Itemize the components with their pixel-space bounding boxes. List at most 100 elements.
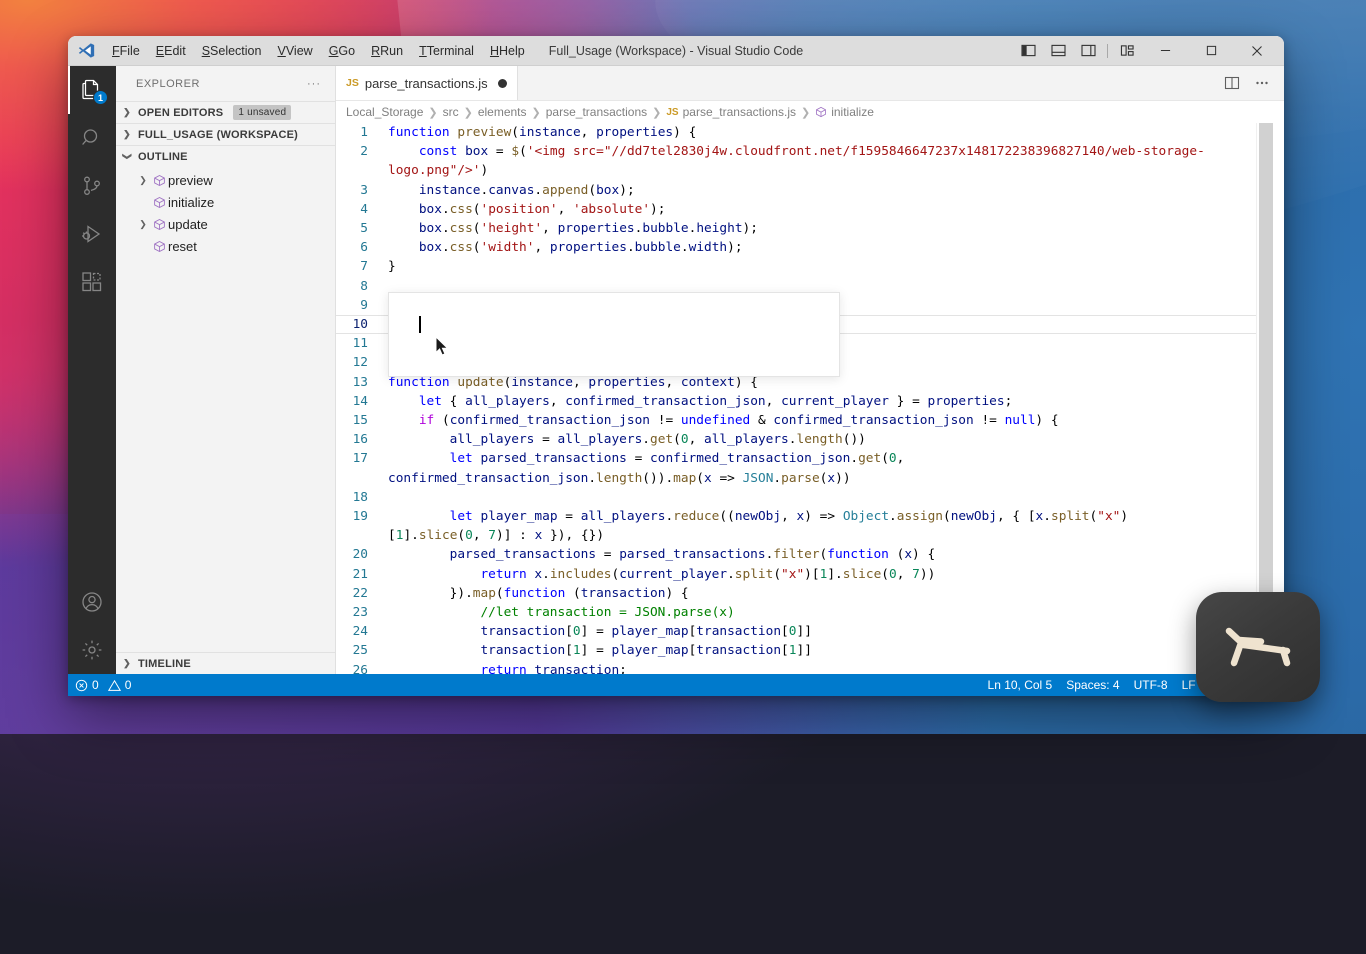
code-line[interactable]: 7} — [336, 257, 1256, 276]
line-text[interactable]: box.css('height', properties.bubble.heig… — [388, 219, 1256, 238]
line-text[interactable]: if (confirmed_transaction_json != undefi… — [388, 411, 1256, 430]
code-line[interactable]: 24 transaction[0] = player_map[transacti… — [336, 622, 1256, 641]
code-line[interactable]: 25 transaction[1] = player_map[transacti… — [336, 641, 1256, 660]
toggle-secondary-sidebar-icon[interactable] — [1073, 36, 1103, 66]
line-text[interactable]: function initialize(instance, context) { — [388, 296, 1256, 315]
code-line[interactable]: 26 return transaction; — [336, 661, 1256, 674]
line-text[interactable]: box.css('width', properties.bubble.width… — [388, 238, 1256, 257]
code-line[interactable]: 22 }).map(function (transaction) { — [336, 584, 1256, 603]
code-line[interactable]: 16 all_players = all_players.get(0, all_… — [336, 430, 1256, 449]
more-actions-icon[interactable] — [1248, 69, 1276, 97]
sidebar-section-timeline[interactable]: ❯ TIMELINE — [116, 652, 335, 674]
line-text[interactable]: return transaction; — [388, 661, 1256, 674]
code-line[interactable]: 23 //let transaction = JSON.parse(x) — [336, 603, 1256, 622]
line-text[interactable]: all_players = all_players.get(0, all_pla… — [388, 430, 1256, 449]
deck-chair-app-icon[interactable] — [1196, 592, 1320, 702]
menu-item-run[interactable]: RRun — [363, 36, 411, 65]
line-text[interactable]: let parsed_transactions = confirmed_tran… — [388, 449, 1256, 487]
activitybar-item-run-debug[interactable] — [68, 210, 116, 258]
activitybar-item-manage[interactable] — [68, 626, 116, 674]
code-line[interactable]: 9function initialize(instance, context) … — [336, 296, 1256, 315]
breadcrumb-item-symbol-initialize[interactable]: initialize — [815, 105, 874, 119]
line-text[interactable]: function update(instance, properties, co… — [388, 373, 1256, 392]
code-line[interactable]: 17 let parsed_transactions = confirmed_t… — [336, 449, 1256, 487]
outline-item-update[interactable]: ❯ update — [116, 213, 335, 235]
line-text[interactable]: } — [388, 257, 1256, 276]
breadcrumb-item-elements[interactable]: elements — [478, 105, 527, 119]
code-line[interactable]: 12 — [336, 353, 1256, 372]
line-text[interactable]: instance.canvas.append(box); — [388, 181, 1256, 200]
menu-item-file[interactable]: FFile — [104, 36, 148, 65]
status-editor-indentation[interactable]: Spaces: 4 — [1059, 674, 1126, 696]
code-line[interactable]: 15 if (confirmed_transaction_json != und… — [336, 411, 1256, 430]
code-line[interactable]: 11} — [336, 334, 1256, 353]
line-text[interactable]: } — [388, 334, 1256, 353]
line-text[interactable]: function preview(instance, properties) { — [388, 123, 1256, 142]
window-maximize-button[interactable] — [1188, 36, 1234, 66]
line-text[interactable]: let { all_players, confirmed_transaction… — [388, 392, 1256, 411]
activitybar-item-search[interactable] — [68, 114, 116, 162]
line-text[interactable]: parsed_transactions = parsed_transaction… — [388, 545, 1256, 564]
breadcrumb-item-local-storage[interactable]: Local_Storage — [346, 105, 423, 119]
code-line[interactable]: 13function update(instance, properties, … — [336, 373, 1256, 392]
line-text[interactable]: transaction[0] = player_map[transaction[… — [388, 622, 1256, 641]
activitybar-item-source-control[interactable] — [68, 162, 116, 210]
code-content[interactable]: 1function preview(instance, properties) … — [336, 123, 1256, 674]
sidebar-section-open-editors[interactable]: ❯ OPEN EDITORS 1 unsaved — [116, 101, 335, 123]
menu-item-go[interactable]: GGo — [321, 36, 363, 65]
menu-item-selection[interactable]: SSelection — [194, 36, 270, 65]
activitybar-item-explorer[interactable]: 1 — [68, 66, 116, 114]
code-line[interactable]: 14 let { all_players, confirmed_transact… — [336, 392, 1256, 411]
menu-item-view[interactable]: VView — [269, 36, 320, 65]
window-minimize-button[interactable] — [1142, 36, 1188, 66]
breadcrumb-item-src[interactable]: src — [443, 105, 459, 119]
line-text[interactable]: const box = $('<img src="//dd7tel2830j4w… — [388, 142, 1256, 180]
code-line[interactable]: 8 — [336, 277, 1256, 296]
unsaved-indicator-icon[interactable] — [498, 79, 507, 88]
menu-item-terminal[interactable]: TTerminal — [411, 36, 482, 65]
line-text[interactable] — [388, 353, 1256, 372]
code-line[interactable]: 3 instance.canvas.append(box); — [336, 181, 1256, 200]
status-editor-position[interactable]: Ln 10, Col 5 — [981, 674, 1060, 696]
code-editor[interactable]: 1function preview(instance, properties) … — [336, 123, 1284, 674]
toggle-panel-icon[interactable] — [1043, 36, 1073, 66]
line-text[interactable]: transaction[1] = player_map[transaction[… — [388, 641, 1256, 660]
chevron-right-icon[interactable]: ❯ — [136, 219, 150, 230]
breadcrumb-item-file[interactable]: JS parse_transactions.js — [666, 105, 796, 119]
line-text[interactable]: }).map(function (transaction) { — [388, 584, 1256, 603]
line-text[interactable] — [388, 277, 1256, 296]
editor-tab-parse-transactions[interactable]: JS parse_transactions.js — [336, 66, 518, 100]
sidebar-section-outline[interactable]: ❯ OUTLINE — [116, 145, 335, 167]
code-line[interactable]: 2 const box = $('<img src="//dd7tel2830j… — [336, 142, 1256, 180]
status-problems[interactable]: 0 0 — [68, 674, 138, 696]
activitybar-item-extensions[interactable] — [68, 258, 116, 306]
outline-item-initialize[interactable]: ❯ initialize — [116, 191, 335, 213]
customize-layout-icon[interactable] — [1112, 36, 1142, 66]
outline-item-reset[interactable]: ❯ reset — [116, 235, 335, 257]
activitybar-item-accounts[interactable] — [68, 578, 116, 626]
code-line[interactable]: 21 return x.includes(current_player.spli… — [336, 565, 1256, 584]
window-close-button[interactable] — [1234, 36, 1280, 66]
code-line[interactable]: 6 box.css('width', properties.bubble.wid… — [336, 238, 1256, 257]
code-line[interactable]: 18 — [336, 488, 1256, 507]
outline-item-preview[interactable]: ❯ preview — [116, 169, 335, 191]
line-text[interactable]: //let transaction = JSON.parse(x) — [388, 603, 1256, 622]
menu-item-help[interactable]: HHelp — [482, 36, 533, 65]
chevron-right-icon[interactable]: ❯ — [136, 175, 150, 186]
code-line[interactable]: 1function preview(instance, properties) … — [336, 123, 1256, 142]
menu-item-edit[interactable]: EEdit — [148, 36, 194, 65]
line-text[interactable]: let player_map = all_players.reduce((new… — [388, 507, 1256, 545]
line-text[interactable]: box.css('position', 'absolute'); — [388, 200, 1256, 219]
toggle-primary-sidebar-icon[interactable] — [1013, 36, 1043, 66]
code-line[interactable]: 19 let player_map = all_players.reduce((… — [336, 507, 1256, 545]
sidebar-more-actions-icon[interactable]: ··· — [301, 78, 327, 90]
breadcrumb-item-parse-transactions-folder[interactable]: parse_transactions — [546, 105, 647, 119]
line-text[interactable] — [388, 488, 1256, 507]
code-line[interactable]: 5 box.css('height', properties.bubble.he… — [336, 219, 1256, 238]
code-line[interactable]: 20 parsed_transactions = parsed_transact… — [336, 545, 1256, 564]
status-editor-encoding[interactable]: UTF-8 — [1127, 674, 1175, 696]
split-editor-right-icon[interactable] — [1218, 69, 1246, 97]
editor-scrollbar-thumb[interactable] — [1259, 123, 1273, 668]
sidebar-section-workspace[interactable]: ❯ FULL_USAGE (WORKSPACE) — [116, 123, 335, 145]
line-text[interactable]: return x.includes(current_player.split("… — [388, 565, 1256, 584]
